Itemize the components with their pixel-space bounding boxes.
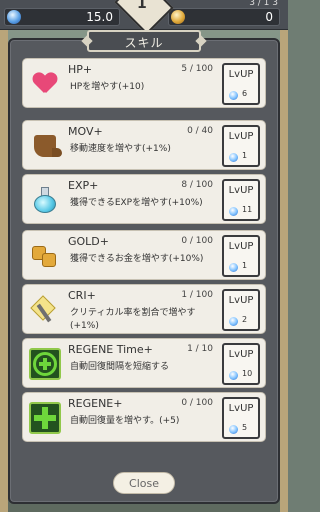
skill-name: GOLD+ — [68, 235, 109, 248]
lvup-label: LvUP — [228, 403, 254, 414]
skill-name: HP+ — [68, 63, 93, 76]
crystal-orb-icon — [229, 425, 238, 434]
skill-row-cri: CRI+ 1 / 100 クリティカル率を割合で増やす(+1%) LvUP 2 — [22, 284, 266, 334]
skill-description: 獲得できるお金を増やす(+10%) — [70, 254, 204, 264]
lvup-cost: 2 — [242, 315, 248, 324]
skill-description: 自動回復量を増やす。(+5) — [70, 416, 180, 426]
skill-level-count: 1 / 10 — [187, 344, 213, 354]
skill-level-count: 8 / 100 — [181, 180, 213, 190]
crystal-orb-icon — [229, 371, 238, 380]
lvup-label: LvUP — [228, 185, 254, 196]
crystal-orb-icon — [7, 10, 21, 24]
lvup-cost: 10 — [242, 369, 253, 378]
critical-sword-icon — [29, 294, 61, 326]
lvup-button[interactable]: LvUP 5 — [222, 397, 260, 439]
gold-orb-icon — [171, 10, 185, 24]
skill-row-exp: EXP+ 8 / 100 獲得できるEXPを増やす(+10%) LvUP 11 — [22, 174, 266, 224]
background-pillar-left — [0, 30, 8, 512]
crystal-counter: 15.0 — [4, 8, 120, 26]
top-right-counter: 3 / 1 3 — [249, 0, 278, 8]
close-label: Close — [129, 477, 159, 490]
skill-row-regene-time: REGENE Time+ 1 / 10 自動回復間隔を短縮する LvUP 10 — [22, 338, 266, 388]
background-pillar-right — [280, 30, 288, 512]
skill-description: 獲得できるEXPを増やす(+10%) — [70, 198, 203, 208]
skill-level-count: 0 / 100 — [181, 398, 213, 408]
potion-icon — [29, 184, 61, 216]
panel-title: スキル — [124, 36, 164, 50]
skill-level-count: 0 / 100 — [181, 236, 213, 246]
skill-description: クリティカル率を割合で増やす(+1%) — [70, 308, 196, 331]
skill-description: HPを増やす(+10) — [70, 82, 145, 92]
crystal-orb-icon — [229, 153, 238, 162]
crystal-orb-icon — [229, 207, 238, 216]
skill-level-count: 1 / 100 — [181, 290, 213, 300]
top-status-bar: 15.0 0 1 3 / 1 3 — [0, 0, 288, 35]
skill-name: MOV+ — [68, 125, 103, 138]
skill-level-count: 0 / 40 — [187, 126, 213, 136]
lvup-cost: 1 — [242, 151, 248, 160]
gold-counter: 0 — [168, 8, 280, 26]
crystal-value: 15.0 — [86, 10, 113, 24]
skill-description: 自動回復間隔を短縮する — [70, 362, 170, 372]
lvup-button[interactable]: LvUP 1 — [222, 125, 260, 167]
lvup-button[interactable]: LvUP 1 — [222, 235, 260, 277]
lvup-label: LvUP — [228, 349, 254, 360]
level-number: 1 — [137, 0, 147, 12]
gold-value: 0 — [265, 10, 273, 24]
coins-icon — [29, 240, 61, 272]
close-button[interactable]: Close — [113, 472, 175, 494]
crystal-orb-icon — [229, 91, 238, 100]
skill-row-gold: GOLD+ 0 / 100 獲得できるお金を増やす(+10%) LvUP 1 — [22, 230, 266, 280]
skill-row-hp: HP+ 5 / 100 HPを増やす(+10) LvUP 6 — [22, 58, 266, 108]
lvup-cost: 1 — [242, 261, 248, 270]
lvup-label: LvUP — [228, 241, 254, 252]
skill-name: REGENE Time+ — [68, 343, 153, 356]
skill-level-count: 5 / 100 — [181, 64, 213, 74]
skill-name: EXP+ — [68, 179, 99, 192]
panel-title-tab: スキル — [81, 30, 207, 52]
skill-name: CRI+ — [68, 289, 96, 302]
crystal-orb-icon — [229, 263, 238, 272]
lvup-cost: 11 — [242, 205, 253, 214]
skill-name: REGENE+ — [68, 397, 123, 410]
lvup-button[interactable]: LvUP 2 — [222, 289, 260, 331]
skill-row-regene: REGENE+ 0 / 100 自動回復量を増やす。(+5) LvUP 5 — [22, 392, 266, 442]
boot-icon — [29, 130, 62, 162]
lvup-label: LvUP — [228, 69, 254, 80]
regen-timer-icon — [29, 348, 61, 380]
crystal-orb-icon — [229, 317, 238, 326]
regen-cross-icon — [29, 402, 61, 434]
lvup-label: LvUP — [228, 131, 254, 142]
heart-icon — [29, 68, 61, 100]
lvup-cost: 5 — [242, 423, 248, 432]
lvup-button[interactable]: LvUP 11 — [222, 179, 260, 221]
lvup-button[interactable]: LvUP 10 — [222, 343, 260, 385]
skill-row-mov: MOV+ 0 / 40 移動速度を増やす(+1%) LvUP 1 — [22, 120, 266, 170]
lvup-label: LvUP — [228, 295, 254, 306]
lvup-cost: 6 — [242, 89, 248, 98]
lvup-button[interactable]: LvUP 6 — [222, 63, 260, 105]
skill-description: 移動速度を増やす(+1%) — [70, 144, 171, 154]
